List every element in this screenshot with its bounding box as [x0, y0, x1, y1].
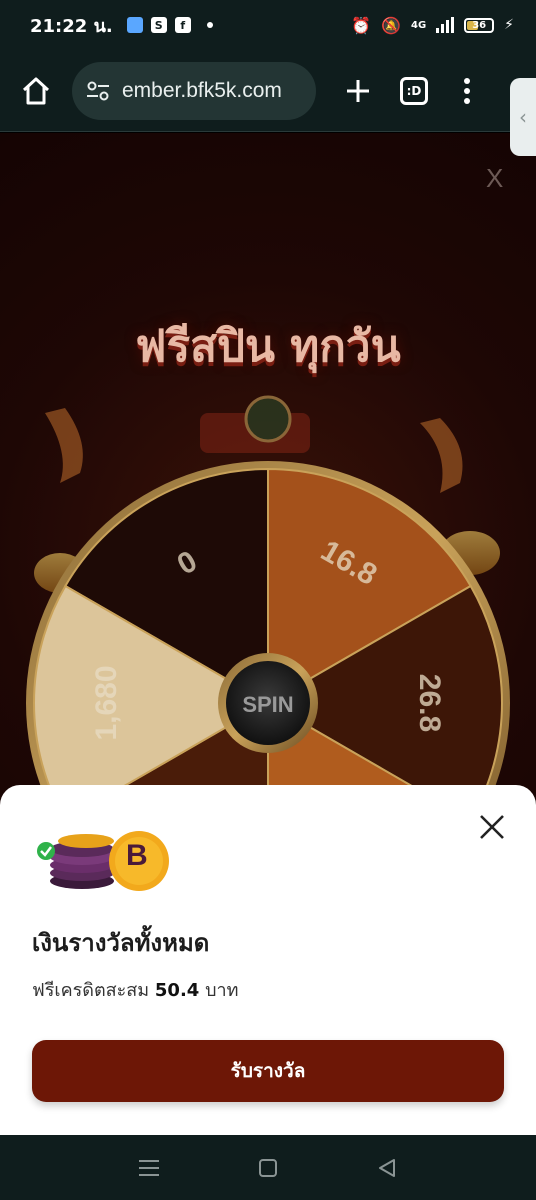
network-type: 4G [410, 19, 427, 31]
mute-icon: 🔕 [381, 15, 401, 35]
close-icon [480, 815, 504, 839]
promo-close-button[interactable]: X [486, 163, 503, 194]
wheel-segment-label: 1,680 [90, 665, 123, 740]
more-menu-button[interactable] [464, 77, 470, 104]
plus-icon [347, 79, 369, 102]
menu-lines-icon [139, 1159, 160, 1176]
site-settings-icon[interactable] [84, 77, 112, 105]
back-nav-button[interactable] [372, 1153, 402, 1183]
menu-dot-icon [464, 87, 470, 94]
home-icon [22, 77, 50, 104]
coin-letter: B [126, 839, 148, 872]
system-nav-bar [0, 1135, 536, 1200]
wheel-segment-label: 26.8 [413, 674, 446, 732]
menu-dot-icon [464, 97, 470, 104]
credit-label: ฟรีเครดิตสะสม [32, 980, 150, 1001]
sheet-title: เงินรางวัลทั้งหมด [32, 929, 210, 957]
credit-amount: 50.4 [154, 980, 200, 1001]
alarm-icon: ⏰ [351, 15, 372, 35]
url-text: ember.bfk5k.com [122, 78, 282, 102]
square-icon [258, 1158, 277, 1177]
browser-toolbar: ember.bfk5k.com :D [0, 50, 536, 132]
chevron-left-icon: ‹ [519, 105, 527, 129]
credit-currency: บาท [205, 980, 239, 1001]
battery-icon: 36 [464, 17, 495, 33]
recent-apps-button[interactable] [134, 1153, 164, 1183]
battery-level: 36 [472, 19, 487, 31]
coin-stack-illustration: B [34, 825, 174, 899]
back-triangle-icon [378, 1158, 395, 1177]
status-indicators: ⏰ 🔕 4G 36 ⚡ [351, 16, 514, 35]
shopping-bag-icon: S [150, 17, 167, 33]
status-time: 21:22 น. [30, 15, 113, 37]
coin-stack-icon [37, 831, 169, 891]
signal-icon [436, 17, 455, 33]
square-app-icon [126, 17, 143, 33]
credit-summary: ฟรีเครดิตสะสม 50.4 บาท [32, 975, 238, 1004]
promo-title: ฟรีสปิน ทุกวัน [135, 321, 401, 372]
address-bar[interactable]: ember.bfk5k.com [72, 61, 316, 120]
status-bar: 21:22 น. S f ⏰ 🔕 4G 36 ⚡ [0, 0, 536, 50]
menu-dot-icon [464, 77, 470, 84]
sheet-close-button[interactable] [474, 809, 510, 845]
check-badge-icon [37, 842, 55, 860]
facebook-icon: f [174, 17, 191, 33]
claim-reward-button[interactable]: รับรางวัล [32, 1040, 504, 1102]
new-tab-button[interactable] [338, 71, 378, 111]
charging-icon: ⚡ [504, 17, 514, 33]
home-nav-button[interactable] [253, 1153, 283, 1183]
home-button[interactable] [16, 71, 56, 111]
spin-label: SPIN [242, 692, 293, 717]
status-app-icons: S f [126, 17, 213, 33]
side-panel-handle[interactable]: ‹ [510, 78, 536, 156]
notification-dot-icon [206, 22, 213, 28]
tab-switcher-button[interactable]: :D [400, 76, 428, 105]
reward-bottom-sheet: B เงินรางวัลทั้งหมด ฟรีเครดิตสะสม 50.4 บ… [0, 785, 536, 1135]
